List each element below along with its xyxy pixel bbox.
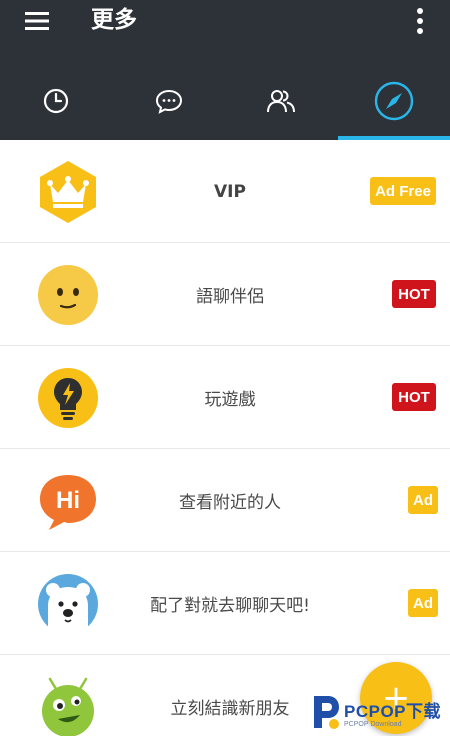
chat-bubble-icon [155, 89, 182, 114]
tab-chats[interactable] [113, 62, 226, 140]
list-item-label: 立刻結識新朋友 [170, 699, 290, 719]
list-item-label: 玩遊戲 [204, 390, 256, 410]
crown-icon [40, 161, 96, 223]
ad-badge: Ad [408, 486, 438, 514]
watermark-text: PCPOP下载 PCPOP Download [344, 697, 441, 728]
more-vertical-icon [417, 8, 423, 34]
tab-bar [0, 62, 450, 140]
watermark-sub-text: PCPOP Download [344, 720, 402, 728]
tab-discover[interactable] [338, 62, 450, 140]
list-item-label: 配了對就去聊聊天吧! [150, 596, 310, 616]
list-item-label: 語聊伴侶 [196, 287, 264, 307]
app-bar: 更多 [0, 0, 450, 140]
list-item-voice-companion[interactable]: 語聊伴侶 HOT [0, 243, 450, 346]
green-monster-icon [42, 677, 94, 736]
people-icon [267, 90, 296, 113]
list-item-vip[interactable]: VIP Ad Free [0, 140, 450, 243]
overflow-menu-button[interactable] [410, 4, 430, 38]
smiley-face-icon [38, 265, 98, 325]
tab-recent[interactable] [0, 62, 113, 140]
lightbulb-icon [38, 368, 98, 428]
list-item-label: 查看附近的人 [179, 493, 281, 513]
tab-friends[interactable] [225, 62, 338, 140]
svg-text:Hi: Hi [56, 487, 80, 514]
polar-bear-icon [38, 574, 98, 634]
more-menu-list: VIP Ad Free 語聊伴侶 HOT 玩遊戲 HOT Hi 查看附近的人 A… [0, 140, 450, 736]
clock-icon [44, 88, 69, 114]
watermark-main-text: PCPOP下载 [344, 701, 442, 721]
menu-button[interactable] [20, 6, 54, 36]
ad-free-badge: Ad Free [370, 177, 436, 205]
hot-badge: HOT [392, 383, 436, 411]
list-item-chat-match[interactable]: 配了對就去聊聊天吧! Ad [0, 552, 450, 655]
pcpop-watermark: PCPOP下载 PCPOP Download [308, 690, 448, 734]
page-title: 更多 [91, 7, 137, 33]
hi-bubble-icon: Hi [40, 475, 96, 530]
list-item-nearby-people[interactable]: Hi 查看附近的人 Ad [0, 449, 450, 552]
list-item-label: VIP [214, 181, 246, 202]
hot-badge: HOT [392, 280, 436, 308]
compass-icon [374, 81, 413, 121]
hamburger-menu-icon [25, 12, 49, 30]
pcpop-logo-icon [314, 696, 339, 729]
ad-badge: Ad [408, 589, 438, 617]
list-item-games[interactable]: 玩遊戲 HOT [0, 346, 450, 449]
